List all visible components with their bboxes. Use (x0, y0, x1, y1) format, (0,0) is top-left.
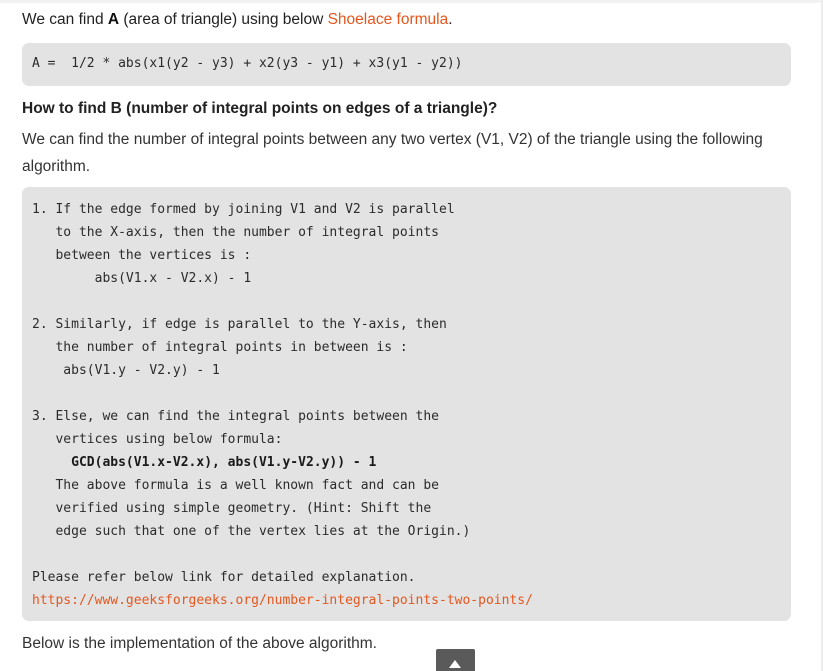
implementation-text: Below is the implementation of the above… (22, 635, 377, 652)
section-heading: How to find B (number of integral points… (22, 100, 498, 117)
algorithm-step-3-indent (32, 455, 71, 470)
arrow-up-icon (449, 660, 461, 668)
algorithm-text: 1. If the edge formed by joining V1 and … (32, 198, 533, 612)
algorithm-step-3-rest: The above formula is a well known fact a… (55, 478, 471, 539)
formula-code-block: A = 1/2 * abs(x1(y2 - y3) + x2(y3 - y1) … (22, 43, 791, 86)
algorithm-step-2: 2. Similarly, if edge is parallel to the… (32, 317, 447, 378)
intro-mid: (area of triangle) using below (119, 11, 328, 28)
intro-bold-a: A (107, 11, 120, 28)
section-paragraph: We can find the number of integral point… (22, 131, 763, 175)
refer-text: Please refer below link for detailed exp… (32, 570, 416, 585)
algorithm-step-3-intro: 3. Else, we can find the integral points… (32, 409, 439, 447)
intro-pre: We can find (22, 11, 108, 28)
area-formula: A = 1/2 * abs(x1(y2 - y3) + x2(y3 - y1) … (32, 56, 463, 71)
algorithm-code-block: 1. If the edge formed by joining V1 and … (22, 187, 791, 621)
top-border (0, 0, 823, 3)
algorithm-step-1: 1. If the edge formed by joining V1 and … (32, 202, 455, 286)
intro-post: . (448, 11, 453, 28)
explanation-link[interactable]: https://www.geeksforgeeks.org/number-int… (32, 593, 533, 608)
scroll-to-top-button[interactable] (436, 649, 475, 671)
intro-text: We can find A (area of triangle) using b… (22, 10, 453, 30)
gcd-formula: GCD(abs(V1.x-V2.x), abs(V1.y-V2.y)) - 1 (71, 455, 377, 470)
shoelace-formula-link[interactable]: Shoelace formula (328, 11, 449, 28)
